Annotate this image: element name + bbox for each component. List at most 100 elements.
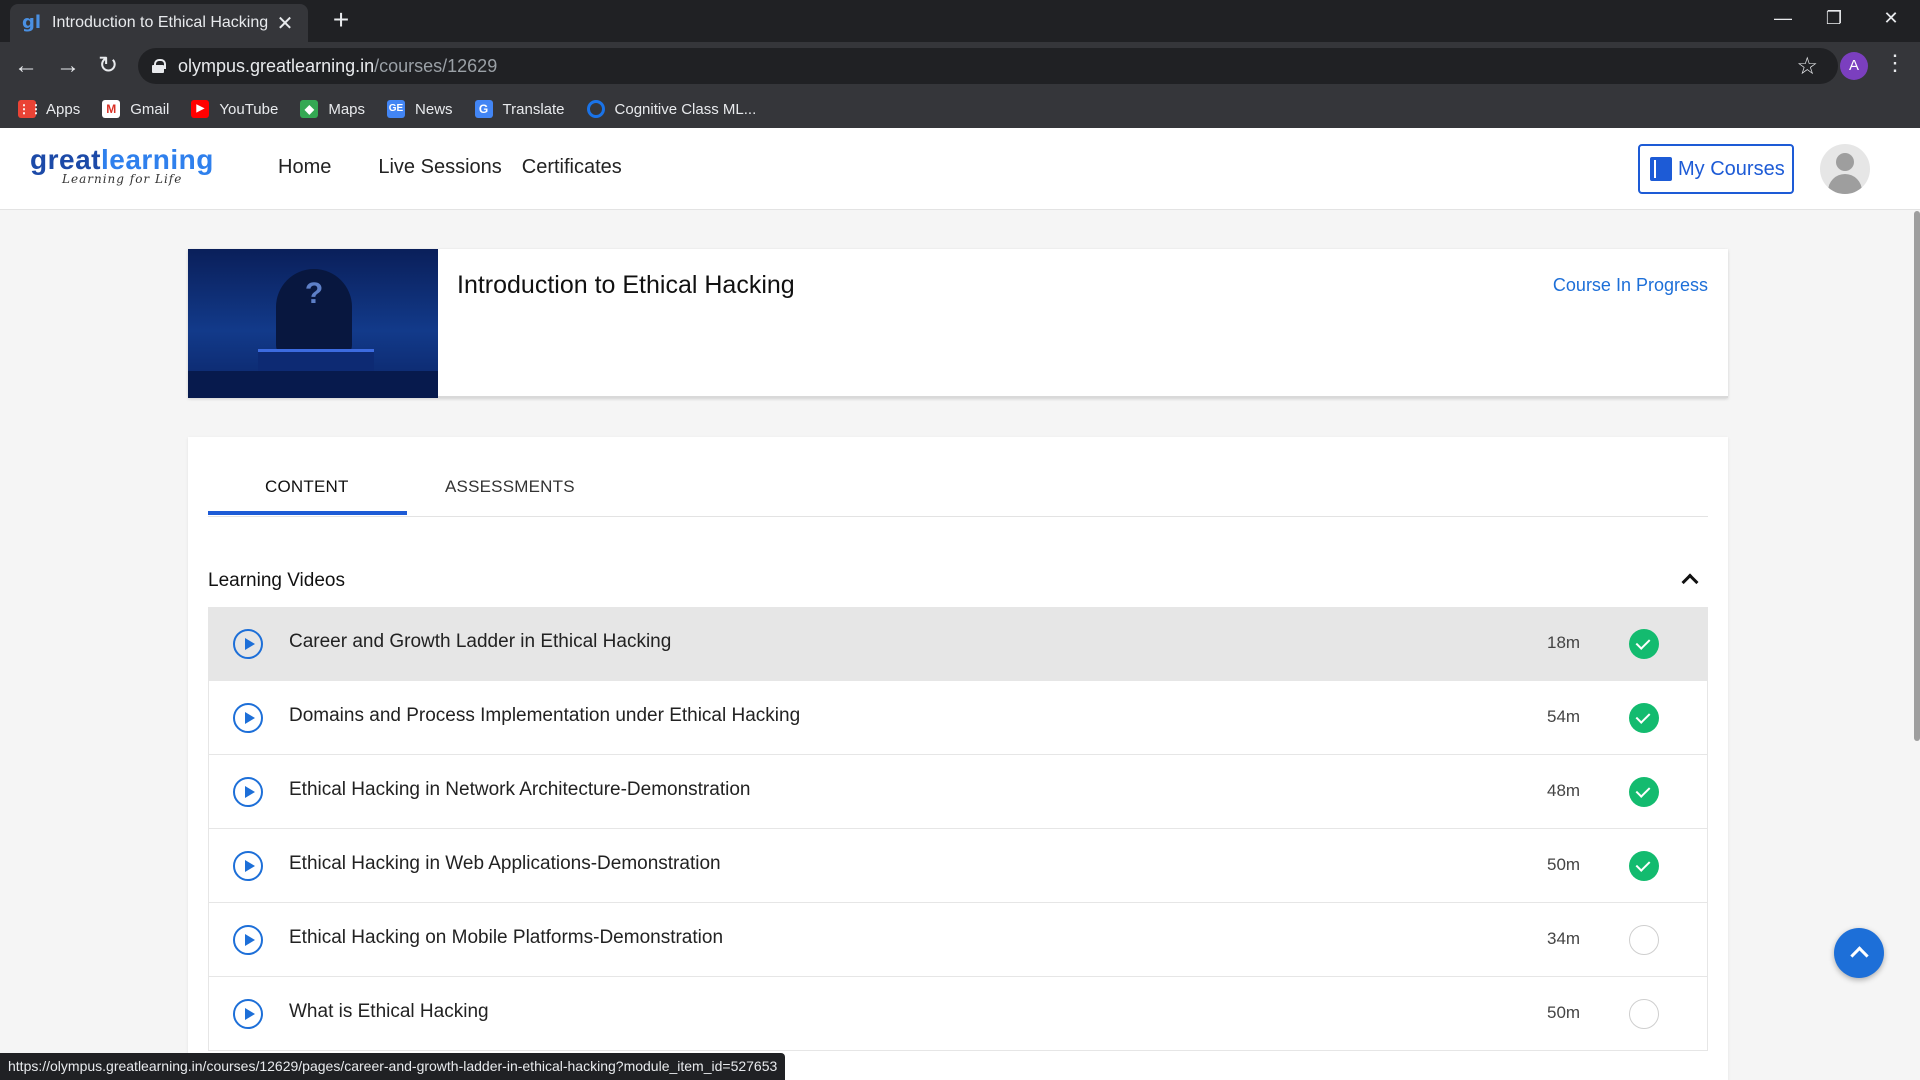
video-row[interactable]: Ethical Hacking in Network Architecture-… (208, 755, 1708, 829)
nav-live-sessions[interactable]: Live Sessions (378, 156, 501, 179)
bookmark-label: YouTube (219, 100, 279, 118)
chevron-up-icon[interactable] (1681, 573, 1699, 591)
video-title[interactable]: Ethical Hacking on Mobile Platforms-Demo… (289, 927, 723, 949)
avatar-body (1828, 174, 1862, 194)
video-duration: 34m (1547, 929, 1581, 948)
pending-circle-icon (1629, 925, 1659, 955)
laptop (258, 349, 374, 371)
minimize-icon[interactable]: — (1754, 0, 1812, 38)
bookmark-star-icon[interactable]: ☆ (1796, 52, 1818, 81)
course-title: Introduction to Ethical Hacking (457, 271, 795, 299)
apps-grid-icon: ⋮⋮ (18, 100, 42, 118)
content-panel: CONTENT ASSESSMENTS Learning Videos Care… (188, 437, 1728, 1080)
video-title[interactable]: Domains and Process Implementation under… (289, 705, 800, 727)
video-list: Career and Growth Ladder in Ethical Hack… (208, 607, 1708, 1051)
greatlearning-favicon-icon: gl (22, 12, 42, 33)
video-duration: 50m (1547, 1003, 1581, 1022)
logo-learning: learning (100, 144, 214, 175)
video-row[interactable]: What is Ethical Hacking 50m (208, 977, 1708, 1051)
maps-icon: ◆ (300, 100, 319, 118)
user-avatar[interactable] (1820, 144, 1870, 194)
completed-check-icon (1629, 703, 1659, 733)
forward-arrow-icon[interactable]: → (52, 50, 84, 82)
bookmark-youtube[interactable]: ▶ YouTube (191, 100, 278, 118)
video-title[interactable]: What is Ethical Hacking (289, 1001, 489, 1023)
bookmark-label: Cognitive Class ML... (614, 100, 757, 118)
bookmark-apps[interactable]: ⋮⋮ Apps (18, 100, 80, 118)
page-scrollbar[interactable] (1914, 211, 1920, 741)
play-icon[interactable] (233, 925, 263, 955)
tab-assessments[interactable]: ASSESSMENTS (445, 477, 575, 497)
address-bar[interactable]: olympus.greatlearning.in/courses/12629 ☆ (138, 48, 1838, 84)
bookmark-label: News (415, 100, 453, 118)
completed-check-icon (1629, 629, 1659, 659)
new-tab-icon[interactable]: + (326, 6, 356, 36)
window-close-icon[interactable]: ✕ (1862, 0, 1920, 38)
logo-great: great (30, 144, 101, 175)
avatar-head (1836, 153, 1854, 171)
bookmark-gmail[interactable]: M Gmail (102, 100, 169, 118)
book-icon (1650, 157, 1672, 181)
status-bar-url: https://olympus.greatlearning.in/courses… (0, 1053, 786, 1080)
completed-check-icon (1629, 851, 1659, 881)
restore-icon[interactable]: ❐ (1805, 0, 1863, 38)
video-title[interactable]: Ethical Hacking in Web Applications-Demo… (289, 853, 721, 875)
completed-check-icon (1629, 777, 1659, 807)
reload-icon[interactable]: ↻ (92, 50, 124, 82)
nav-certificates[interactable]: Certificates (522, 156, 622, 179)
browser-tab[interactable]: gl Introduction to Ethical Hacking - ✕ (10, 4, 308, 42)
video-row[interactable]: Domains and Process Implementation under… (208, 681, 1708, 755)
translate-icon: G (474, 100, 493, 118)
bookmark-translate[interactable]: G Translate (474, 100, 565, 118)
course-card: ? Introduction to Ethical Hacking Course… (188, 249, 1728, 398)
play-icon[interactable] (233, 629, 263, 659)
play-icon[interactable] (233, 703, 263, 733)
play-icon[interactable] (233, 777, 263, 807)
site-header: greatlearning Learning for Life Home Liv… (0, 128, 1920, 210)
browser-toolbar: ← → ↻ olympus.greatlearning.in/courses/1… (0, 42, 1920, 128)
course-status: Course In Progress (1552, 275, 1708, 295)
cognitive-class-icon (586, 100, 605, 118)
video-duration: 50m (1547, 855, 1581, 874)
greatlearning-logo[interactable]: greatlearning Learning for Life (30, 144, 214, 186)
bookmark-label: Maps (328, 100, 366, 118)
video-row[interactable]: Ethical Hacking on Mobile Platforms-Demo… (208, 903, 1708, 977)
desk (188, 371, 438, 398)
video-row[interactable]: Career and Growth Ladder in Ethical Hack… (208, 607, 1708, 681)
close-icon[interactable]: ✕ (274, 11, 296, 36)
bookmark-cognitive-class[interactable]: Cognitive Class ML... (586, 100, 757, 118)
video-title[interactable]: Ethical Hacking in Network Architecture-… (289, 779, 750, 801)
my-courses-label: My Courses (1678, 157, 1785, 180)
video-duration: 54m (1547, 707, 1581, 726)
video-row[interactable]: Ethical Hacking in Web Applications-Demo… (208, 829, 1708, 903)
youtube-icon: ▶ (191, 100, 210, 118)
tab-content[interactable]: CONTENT (265, 477, 349, 497)
course-thumbnail: ? (188, 249, 438, 398)
question-mark: ? (304, 277, 324, 310)
site-nav: Home Live Sessions Certificates (278, 156, 669, 179)
section-title: Learning Videos (208, 570, 345, 591)
content-tabs: CONTENT ASSESSMENTS (208, 437, 1708, 517)
play-icon[interactable] (233, 999, 263, 1029)
bookmarks-bar: ⋮⋮ Apps M Gmail ▶ YouTube ◆ Maps GE News… (0, 92, 778, 126)
lock-icon[interactable] (152, 59, 166, 73)
back-arrow-icon[interactable]: ← (10, 50, 42, 82)
play-icon[interactable] (233, 851, 263, 881)
bookmark-news[interactable]: GE News (387, 100, 453, 118)
bookmark-maps[interactable]: ◆ Maps (300, 100, 365, 118)
url-path: /courses/12629 (374, 55, 498, 76)
browser-tabstrip: gl Introduction to Ethical Hacking - ✕ +… (0, 0, 1920, 42)
gmail-icon: M (102, 100, 121, 118)
bookmark-label: Translate (502, 100, 565, 118)
nav-home[interactable]: Home (278, 156, 331, 179)
video-title[interactable]: Career and Growth Ladder in Ethical Hack… (289, 631, 671, 653)
video-duration: 18m (1547, 633, 1581, 652)
news-icon: GE (387, 100, 406, 118)
learning-videos-header[interactable]: Learning Videos (208, 570, 1708, 600)
bookmark-label: Gmail (130, 100, 170, 118)
menu-dots-icon[interactable]: ⋮ (1884, 50, 1906, 76)
my-courses-button[interactable]: My Courses (1638, 144, 1794, 194)
profile-avatar[interactable]: A (1840, 52, 1868, 80)
scroll-to-top-button[interactable] (1834, 928, 1884, 978)
tab-title: Introduction to Ethical Hacking - (52, 14, 268, 31)
